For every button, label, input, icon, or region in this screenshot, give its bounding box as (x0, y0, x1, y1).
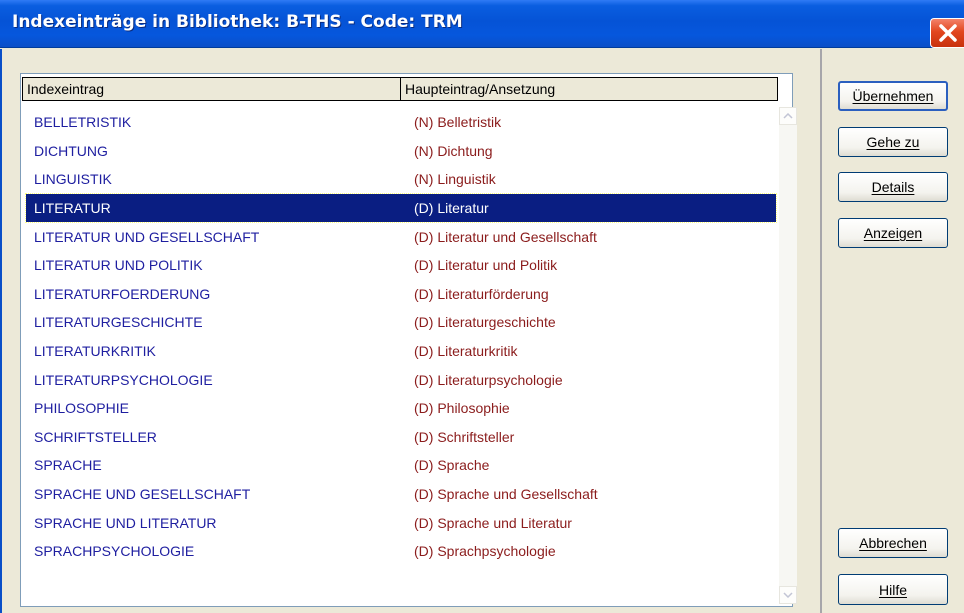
scroll-up-button[interactable] (779, 107, 797, 125)
table-row[interactable]: SPRACHE UND LITERATUR (D) Sprache und Lit… (26, 508, 776, 537)
dialog-window: Indexeinträge in Bibliothek: B-THS - Cod… (0, 0, 964, 613)
anzeigen-button[interactable]: Anzeigen (838, 218, 948, 248)
scroll-down-button[interactable] (779, 586, 797, 604)
cell-haupteintrag: (D) Literaturpsychologie (414, 371, 563, 388)
abbrechen-button-label: Abbrechen (859, 535, 927, 551)
cell-indexeintrag: LITERATURFOERDERUNG (34, 285, 211, 302)
cell-indexeintrag: LITERATURGESCHICHTE (34, 314, 203, 331)
table-body: BELLETRISTIK (N) Belletristik DICHTUNG (N) … (25, 108, 777, 566)
abbrechen-button[interactable]: Abbrechen (838, 528, 948, 558)
uebernehmen-button[interactable]: Übernehmen (838, 81, 948, 111)
cell-haupteintrag: (D) Literaturgeschichte (414, 314, 556, 331)
cell-indexeintrag: SPRACHE (34, 457, 102, 474)
table-row[interactable]: SPRACHPSYCHOLOGIE (D) Sprachpsychologie (26, 537, 776, 566)
cell-indexeintrag: LITERATUR (34, 200, 111, 217)
details-button-label: Details (871, 179, 915, 195)
cell-haupteintrag: (N) Dichtung (414, 142, 493, 159)
gehe-zu-button[interactable]: Gehe zu (838, 127, 948, 157)
table-row[interactable]: LITERATUR UND POLITIK (D) Literatur und P… (26, 251, 776, 280)
anzeigen-button-label: Anzeigen (863, 225, 923, 241)
chevron-down-icon (783, 592, 793, 598)
cell-haupteintrag: (D) Literaturkritik (414, 343, 518, 360)
cell-indexeintrag: LINGUISTIK (34, 171, 112, 188)
cell-indexeintrag: PHILOSOPHIE (34, 400, 129, 417)
cell-haupteintrag: (D) Sprache und Literatur (414, 514, 572, 531)
cell-haupteintrag: (D) Philosophie (414, 400, 510, 417)
table-row[interactable]: DICHTUNG (N) Dichtung (26, 137, 776, 166)
gehe-zu-button-label: Gehe zu (866, 134, 920, 150)
table-row[interactable]: LINGUISTIK (N) Linguistik (26, 165, 776, 194)
table-row[interactable]: PHILOSOPHIE (D) Philosophie (26, 394, 776, 423)
table-row[interactable]: LITERATURFOERDERUNG (D) Literaturförderun… (26, 280, 776, 309)
cell-indexeintrag: SCHRIFTSTELLER (34, 428, 157, 445)
cell-haupteintrag: (D) Literatur (414, 200, 489, 217)
close-button[interactable] (930, 18, 964, 48)
table-row[interactable]: LITERATURKRITIK (D) Literaturkritik (26, 337, 776, 366)
cell-indexeintrag: BELLETRISTIK (34, 114, 132, 131)
cell-haupteintrag: (D) Sprachpsychologie (414, 543, 556, 560)
uebernehmen-button-label: Übernehmen (852, 88, 934, 104)
cell-haupteintrag: (D) Literatur und Gesellschaft (414, 228, 597, 245)
chevron-up-icon (783, 113, 793, 119)
cell-indexeintrag: SPRACHE UND LITERATUR (34, 514, 217, 531)
cell-indexeintrag: SPRACHPSYCHOLOGIE (34, 543, 195, 560)
cell-haupteintrag: (D) Literaturförderung (414, 285, 549, 302)
cell-haupteintrag: (D) Sprache (414, 457, 490, 474)
table-header: Indexeintrag Haupteintrag/Ansetzung (22, 77, 778, 101)
cell-indexeintrag: SPRACHE UND GESELLSCHAFT (34, 486, 251, 503)
column-header-indexeintrag[interactable]: Indexeintrag (23, 78, 401, 100)
table-row[interactable]: SPRACHE (D) Sprache (26, 451, 776, 480)
vertical-scrollbar[interactable] (779, 107, 797, 604)
cell-indexeintrag: LITERATURKRITIK (34, 343, 156, 360)
table-row[interactable]: SPRACHE UND GESELLSCHAFT (D) Sprache und … (26, 480, 776, 509)
cell-indexeintrag: LITERATUR UND GESELLSCHAFT (34, 228, 260, 245)
title-bar[interactable]: Indexeinträge in Bibliothek: B-THS - Cod… (0, 0, 964, 48)
cell-haupteintrag: (D) Sprache und Gesellschaft (414, 486, 598, 503)
table-row[interactable]: SCHRIFTSTELLER (D) Schriftsteller (26, 423, 776, 452)
hilfe-button[interactable]: Hilfe (838, 574, 948, 605)
table-row[interactable]: LITERATUR UND GESELLSCHAFT (D) Literatur … (26, 222, 776, 251)
cell-haupteintrag: (D) Literatur und Politik (414, 257, 558, 274)
cell-indexeintrag: DICHTUNG (34, 142, 108, 159)
column-header-haupteintrag[interactable]: Haupteintrag/Ansetzung (401, 78, 777, 100)
table-row[interactable]: LITERATURPSYCHOLOGIE (D) Literaturpsychol… (26, 365, 776, 394)
cell-haupteintrag: (D) Schriftsteller (414, 428, 515, 445)
hilfe-button-label: Hilfe (878, 581, 907, 598)
table-row[interactable]: BELLETRISTIK (N) Belletristik (26, 108, 776, 137)
table-row[interactable]: LITERATURGESCHICHTE (D) Literaturgeschich… (26, 308, 776, 337)
details-button[interactable]: Details (838, 172, 948, 202)
cell-haupteintrag: (N) Linguistik (414, 171, 496, 188)
table-row[interactable]: LITERATUR (D) Literatur (25, 192, 777, 224)
close-icon (938, 24, 957, 42)
cell-indexeintrag: LITERATURPSYCHOLOGIE (34, 371, 213, 388)
cell-indexeintrag: LITERATUR UND POLITIK (34, 257, 203, 274)
window-title: Indexeinträge in Bibliothek: B-THS - Cod… (12, 12, 463, 32)
cell-haupteintrag: (N) Belletristik (414, 114, 502, 131)
